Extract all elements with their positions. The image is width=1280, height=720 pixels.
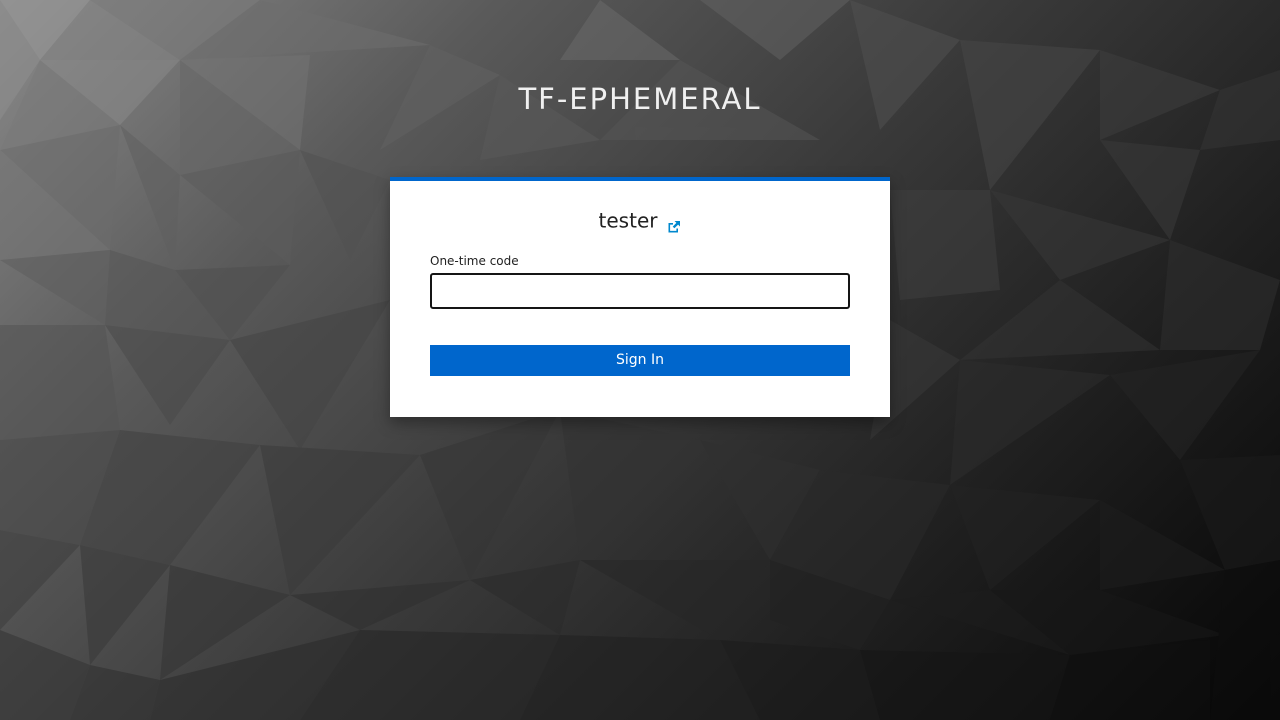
otp-label: One-time code [430, 254, 519, 268]
otp-input[interactable] [430, 273, 850, 309]
realm-title: TF-EPHEMERAL [518, 82, 762, 116]
external-link-icon[interactable] [667, 215, 681, 232]
attempted-username: tester [390, 207, 890, 233]
username-label: tester [598, 208, 658, 233]
login-card: tester One-time code Sign In [390, 177, 890, 417]
sign-in-button[interactable]: Sign In [430, 345, 850, 376]
